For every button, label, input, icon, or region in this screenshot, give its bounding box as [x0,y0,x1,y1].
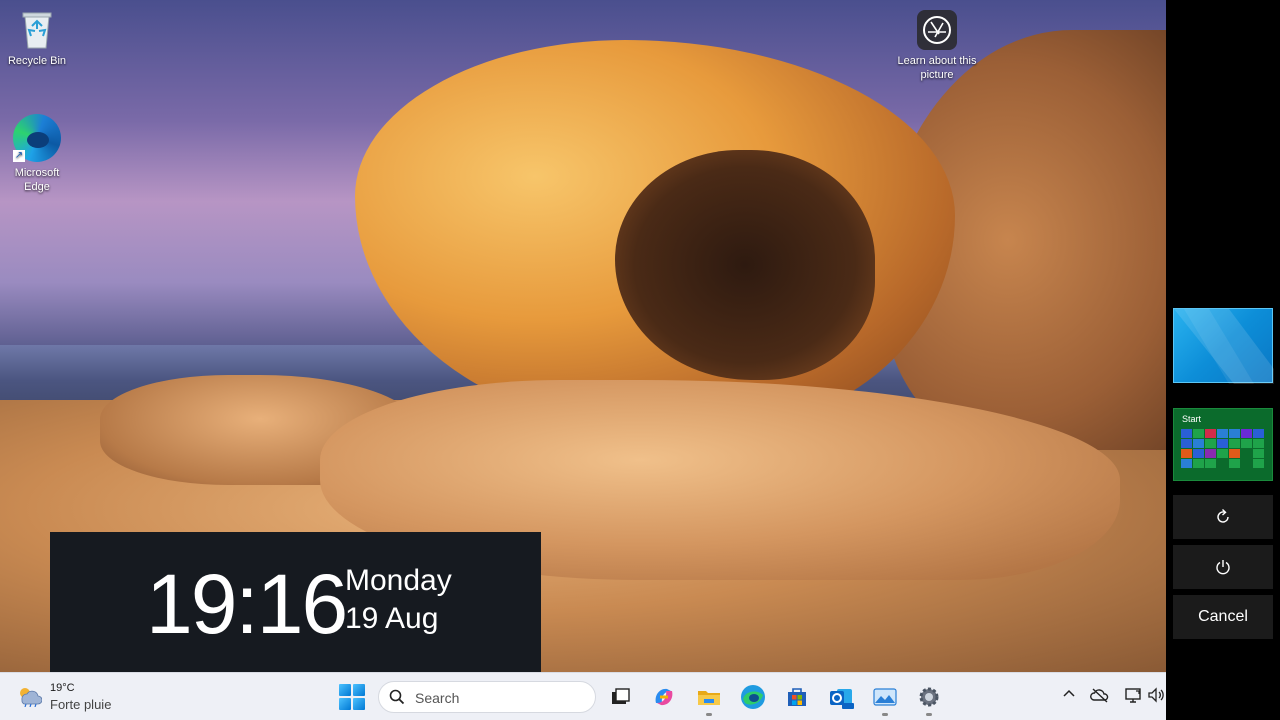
power-button[interactable] [1173,545,1273,589]
desktop-icon-label: Learn about this picture [897,55,977,81]
show-hidden-icons-button[interactable] [1059,687,1079,707]
shortcut-arrow-icon: ↗ [13,150,25,162]
start-screen-tile[interactable]: Start [1173,408,1273,481]
cloud-offline-icon [1090,688,1109,703]
network-status[interactable] [1123,687,1143,707]
clock-day: Monday [345,564,452,597]
folder-icon [698,691,720,705]
taskbar-file-explorer[interactable] [695,683,723,711]
restart-icon [1217,508,1229,523]
rain-cloud-icon [20,688,42,707]
network-icon [1125,688,1141,703]
outlook-icon [830,689,854,709]
store-icon [788,688,806,706]
desktop-icon-edge[interactable]: ↗ Microsoft Edge [1,114,73,194]
clock-time: 19:16 [146,557,348,651]
weather-condition: Forte pluie [50,697,112,712]
task-view-icon [612,688,630,704]
taskbar: 19°C Forte pluie Search [0,672,1166,720]
windows-logo-pane [353,698,365,710]
search-placeholder: Search [415,690,460,706]
power-icon [1216,560,1230,575]
side-panel: Start Cancel [1166,0,1280,720]
photos-icon [873,688,897,706]
onedrive-status[interactable] [1090,687,1110,707]
desktop-icon-learn-picture[interactable]: Learn about this picture [897,10,977,82]
running-indicator [926,713,932,716]
desktop-icon-recycle-bin[interactable]: Recycle Bin [1,8,73,68]
chevron-up-icon [1063,689,1075,697]
taskbar-photos[interactable] [871,683,899,711]
volume-icon [1148,687,1164,703]
windows-logo-pane [353,684,365,696]
gear-icon [919,687,939,707]
taskbar-edge[interactable] [739,683,767,711]
windows-logo-pane [339,698,351,710]
windows-logo-pane [339,684,351,696]
camera-icon [917,10,957,50]
restart-button[interactable] [1173,495,1273,539]
cancel-button[interactable]: Cancel [1173,595,1273,639]
taskbar-store[interactable] [783,683,811,711]
copilot-icon [655,688,673,706]
start-tile-mini-grid [1181,429,1264,468]
running-indicator [882,713,888,716]
taskbar-copilot[interactable] [650,683,678,711]
desktop-tile[interactable] [1173,308,1274,384]
weather-widget[interactable]: 19°C Forte pluie [16,681,136,715]
taskbar-search-box[interactable]: Search [378,681,596,713]
start-button[interactable] [338,683,366,711]
recycle-bin-icon [19,8,55,50]
weather-temperature: 19°C [50,682,75,694]
taskbar-outlook[interactable] [827,683,855,711]
clock-date: 19 Aug [345,602,439,635]
running-indicator [706,713,712,716]
volume-control[interactable] [1146,687,1166,707]
taskbar-settings[interactable] [915,683,943,711]
edge-icon: ↗ [13,114,61,162]
desktop-icon-label: Microsoft Edge [14,167,60,193]
clock-panel: 19:16 Monday 19 Aug [50,532,541,672]
start-tile-label: Start [1182,414,1202,424]
taskbar-task-view[interactable] [606,683,634,711]
desktop-icon-label: Recycle Bin [7,55,67,67]
search-icon [389,689,405,705]
edge-icon [741,685,765,709]
